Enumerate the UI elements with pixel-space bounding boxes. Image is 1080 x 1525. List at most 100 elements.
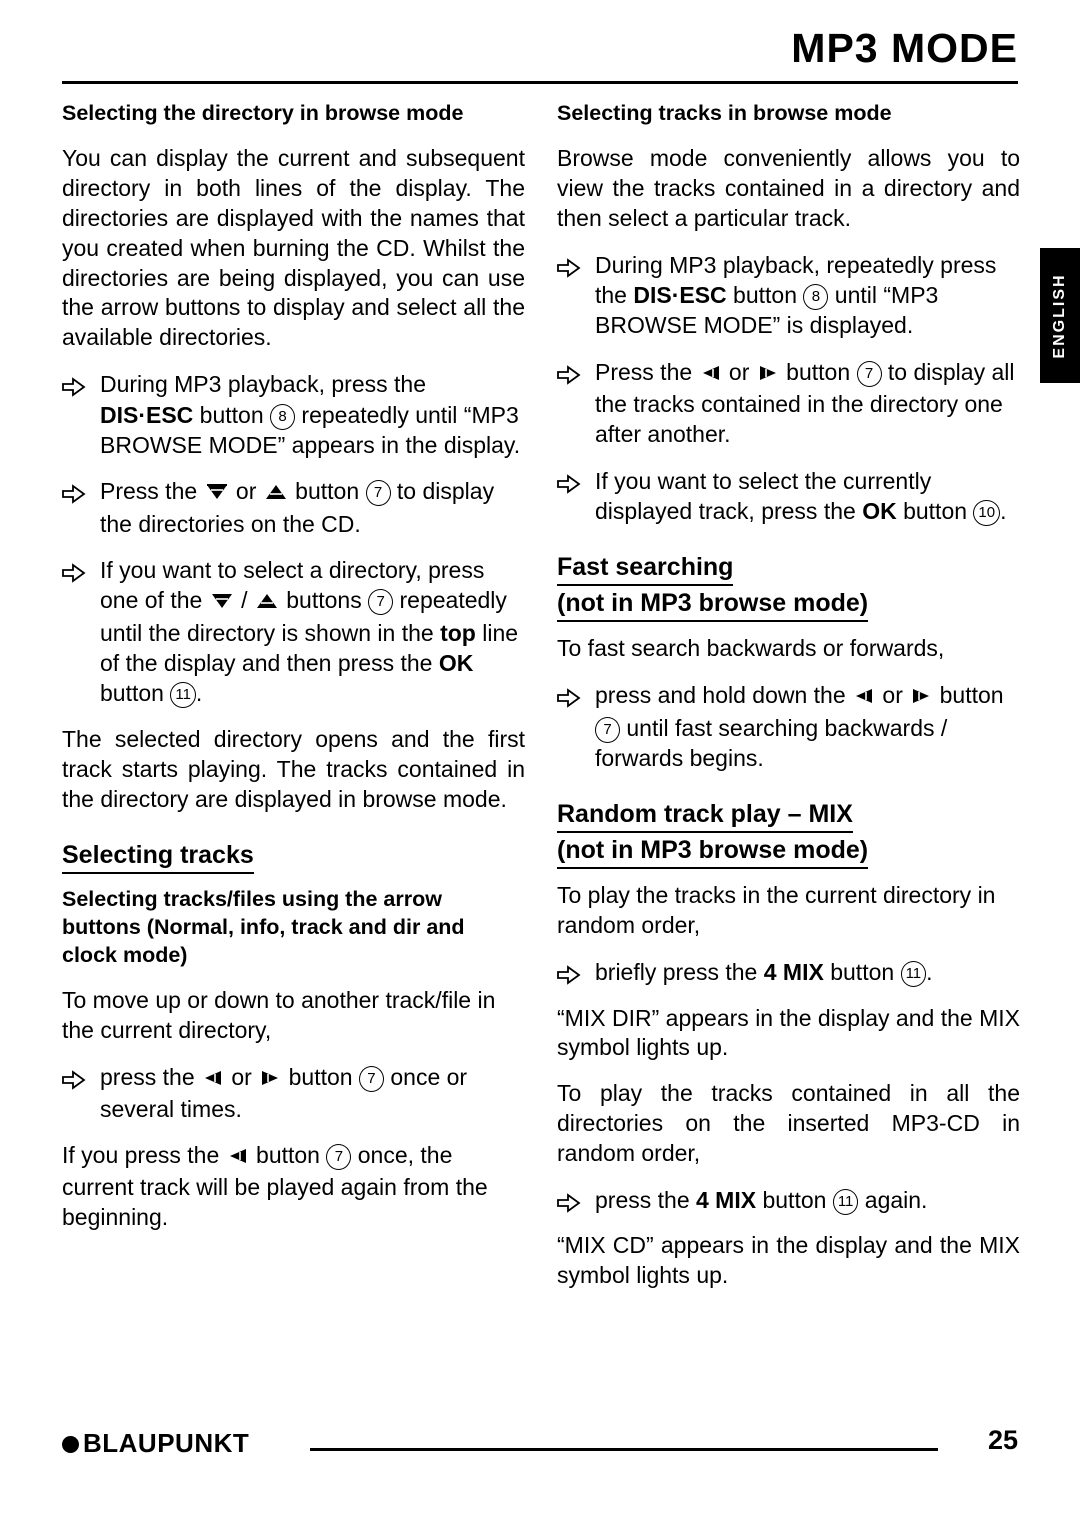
arrow-bullet-icon: [557, 962, 581, 986]
bullet-dis-esc-browse: During MP3 playback, press the DIS·ESC b…: [62, 369, 525, 460]
manual-page: MP3 MODE ENGLISH Selecting the directory…: [0, 0, 1080, 1525]
bullet-press-seek-display-tracks: Press the or button 7 to display all the…: [557, 357, 1020, 450]
page-footer: BLAUPUNKT 25: [62, 1425, 1018, 1478]
paragraph-press-left-once: If you press the button 7 once, the curr…: [62, 1141, 525, 1233]
paragraph-text-b: button: [249, 1141, 327, 1168]
paragraph-random-intro: To play the tracks in the current direct…: [557, 882, 996, 939]
button-number-7: 7: [365, 480, 391, 507]
button-number-7: 7: [326, 1143, 352, 1170]
bullet-text-b: DIS·ESC: [633, 281, 727, 308]
paragraph-directory-intro: You can display the current and subseque…: [62, 144, 525, 351]
bullet-press-4mix: briefly press the 4 MIX button 11.: [557, 957, 1020, 988]
bullet-select-directory: If you want to select a directory, press…: [62, 555, 525, 709]
bullet-text-c: button: [288, 478, 366, 505]
arrow-bullet-icon: [557, 471, 581, 494]
arrow-bullet-icon: [62, 1067, 86, 1090]
brand-name: BLAUPUNKT: [83, 1428, 250, 1458]
bullet-text-c: button: [756, 1187, 833, 1214]
bullet-text-b: or: [229, 478, 263, 505]
left-arrow-button-icon: [227, 1143, 249, 1173]
bullet-text-c: button: [933, 682, 1004, 709]
right-arrow-button-icon: [259, 1064, 281, 1094]
heading-fast-searching-note: (not in MP3 browse mode): [557, 588, 869, 623]
bullet-text-h: button: [100, 680, 171, 707]
paragraph-directory-opens: The selected directory opens and the fir…: [62, 725, 525, 812]
arrow-bullet-icon: [557, 362, 581, 385]
heading-selecting-tracks-files: Selecting tracks/files using the arrow b…: [62, 887, 465, 968]
button-number-10: 10: [973, 500, 1001, 527]
bullet-text-a: During MP3 playback, press the: [100, 371, 426, 398]
arrow-bullet-icon: [62, 560, 86, 583]
bullet-text-c: button: [282, 1064, 359, 1091]
footer-divider: [310, 1448, 938, 1451]
paragraph-fast-search-intro: To fast search backwards or forwards,: [557, 635, 945, 662]
heading-selecting-tracks: Selecting tracks: [62, 840, 254, 875]
left-arrow-button-icon: [853, 682, 875, 712]
heading-random-track-play-wrap: Random track play – MIX (not in MP3 brow…: [557, 799, 1020, 870]
bullet-text-d: until fast searching backwards / forward…: [595, 714, 948, 772]
page-number: 25: [987, 1425, 1018, 1455]
bullet-text-c: button: [896, 498, 974, 525]
button-number-11: 11: [900, 961, 927, 988]
paragraph-text-a: If you press the: [62, 1141, 226, 1168]
bullet-select-current-track-ok: If you want to select the currently disp…: [557, 466, 1020, 527]
bullet-text-b: DIS·ESC: [100, 401, 194, 428]
bullet-text-a: press the: [595, 1187, 696, 1214]
bullet-text-ok: OK: [862, 498, 897, 525]
bullet-text-d: .: [1000, 498, 1007, 525]
bullet-text-c: button: [193, 401, 271, 428]
bullet-text-ok: OK: [438, 650, 474, 677]
bullet-press-arrows-directories: Press the or button 7 to display the dir…: [62, 476, 525, 539]
bullet-text-d: again.: [858, 1187, 928, 1214]
paragraph-mix-cd: “MIX CD” appears in the display and the …: [557, 1232, 1020, 1289]
heading-random-track-play-note: (not in MP3 browse mode): [557, 835, 869, 870]
bullet-text-b: or: [876, 682, 910, 709]
arrow-bullet-icon: [557, 1190, 581, 1213]
right-arrow-button-icon: [757, 359, 779, 389]
button-number-7: 7: [368, 589, 394, 616]
bullet-text-d: .: [926, 959, 933, 986]
button-number-8: 8: [270, 403, 296, 430]
bullet-text-c: button: [779, 358, 857, 385]
heading-fast-searching: Fast searching: [557, 552, 734, 587]
bullet-text-c: buttons: [279, 587, 369, 614]
bullet-text-a: Press the: [595, 358, 699, 385]
button-number-7: 7: [358, 1066, 384, 1093]
left-arrow-button-icon: [202, 1064, 224, 1094]
paragraph-browse-intro: Browse mode conveniently allows you to v…: [557, 144, 1020, 231]
bullet-hold-seek-fast-search: press and hold down the or button 7 unti…: [557, 680, 1020, 773]
up-arrow-button-icon: [255, 587, 279, 617]
brand-dot-icon: [62, 1436, 79, 1453]
left-arrow-button-icon: [700, 359, 722, 389]
heading-selecting-directory-browse: Selecting the directory in browse mode: [62, 101, 464, 125]
up-arrow-button-icon: [264, 478, 288, 508]
button-number-7: 7: [856, 360, 882, 387]
header-divider: [62, 81, 1018, 84]
arrow-bullet-icon: [62, 374, 86, 397]
page-title: MP3 MODE: [791, 25, 1018, 71]
button-number-11: 11: [170, 682, 196, 709]
bullet-text-b: or: [722, 358, 756, 385]
button-number-7: 7: [595, 716, 620, 743]
bullet-text-a: press the: [100, 1064, 201, 1091]
page-header: MP3 MODE: [62, 28, 1018, 84]
bullet-text-4mix: 4 MIX: [696, 1187, 757, 1214]
paragraph-move-up-down: To move up or down to another track/file…: [62, 987, 496, 1044]
bullet-text-a: Press the: [100, 478, 204, 505]
button-number-8: 8: [803, 283, 829, 310]
down-arrow-button-icon: [205, 478, 229, 508]
button-number-11: 11: [832, 1189, 859, 1216]
heading-random-track-play: Random track play – MIX: [557, 799, 853, 834]
paragraph-random-all-dirs: To play the tracks contained in all the …: [557, 1080, 1020, 1167]
brand-logo: BLAUPUNKT: [62, 1428, 249, 1459]
bullet-dis-esc-until-browse: During MP3 playback, repeatedly press th…: [557, 250, 1020, 341]
bullet-text-4mix: 4 MIX: [763, 959, 824, 986]
left-column: Selecting the directory in browse mode Y…: [62, 100, 525, 1248]
bullet-press-seek-buttons: press the or button 7 once or several ti…: [62, 1062, 525, 1125]
right-arrow-button-icon: [910, 682, 932, 712]
bullet-text-a: press and hold down the: [595, 682, 853, 709]
arrow-bullet-icon: [557, 255, 581, 278]
arrow-bullet-icon: [557, 685, 581, 709]
arrow-bullet-icon: [62, 481, 86, 505]
heading-selecting-tracks-browse: Selecting tracks in browse mode: [557, 101, 892, 125]
